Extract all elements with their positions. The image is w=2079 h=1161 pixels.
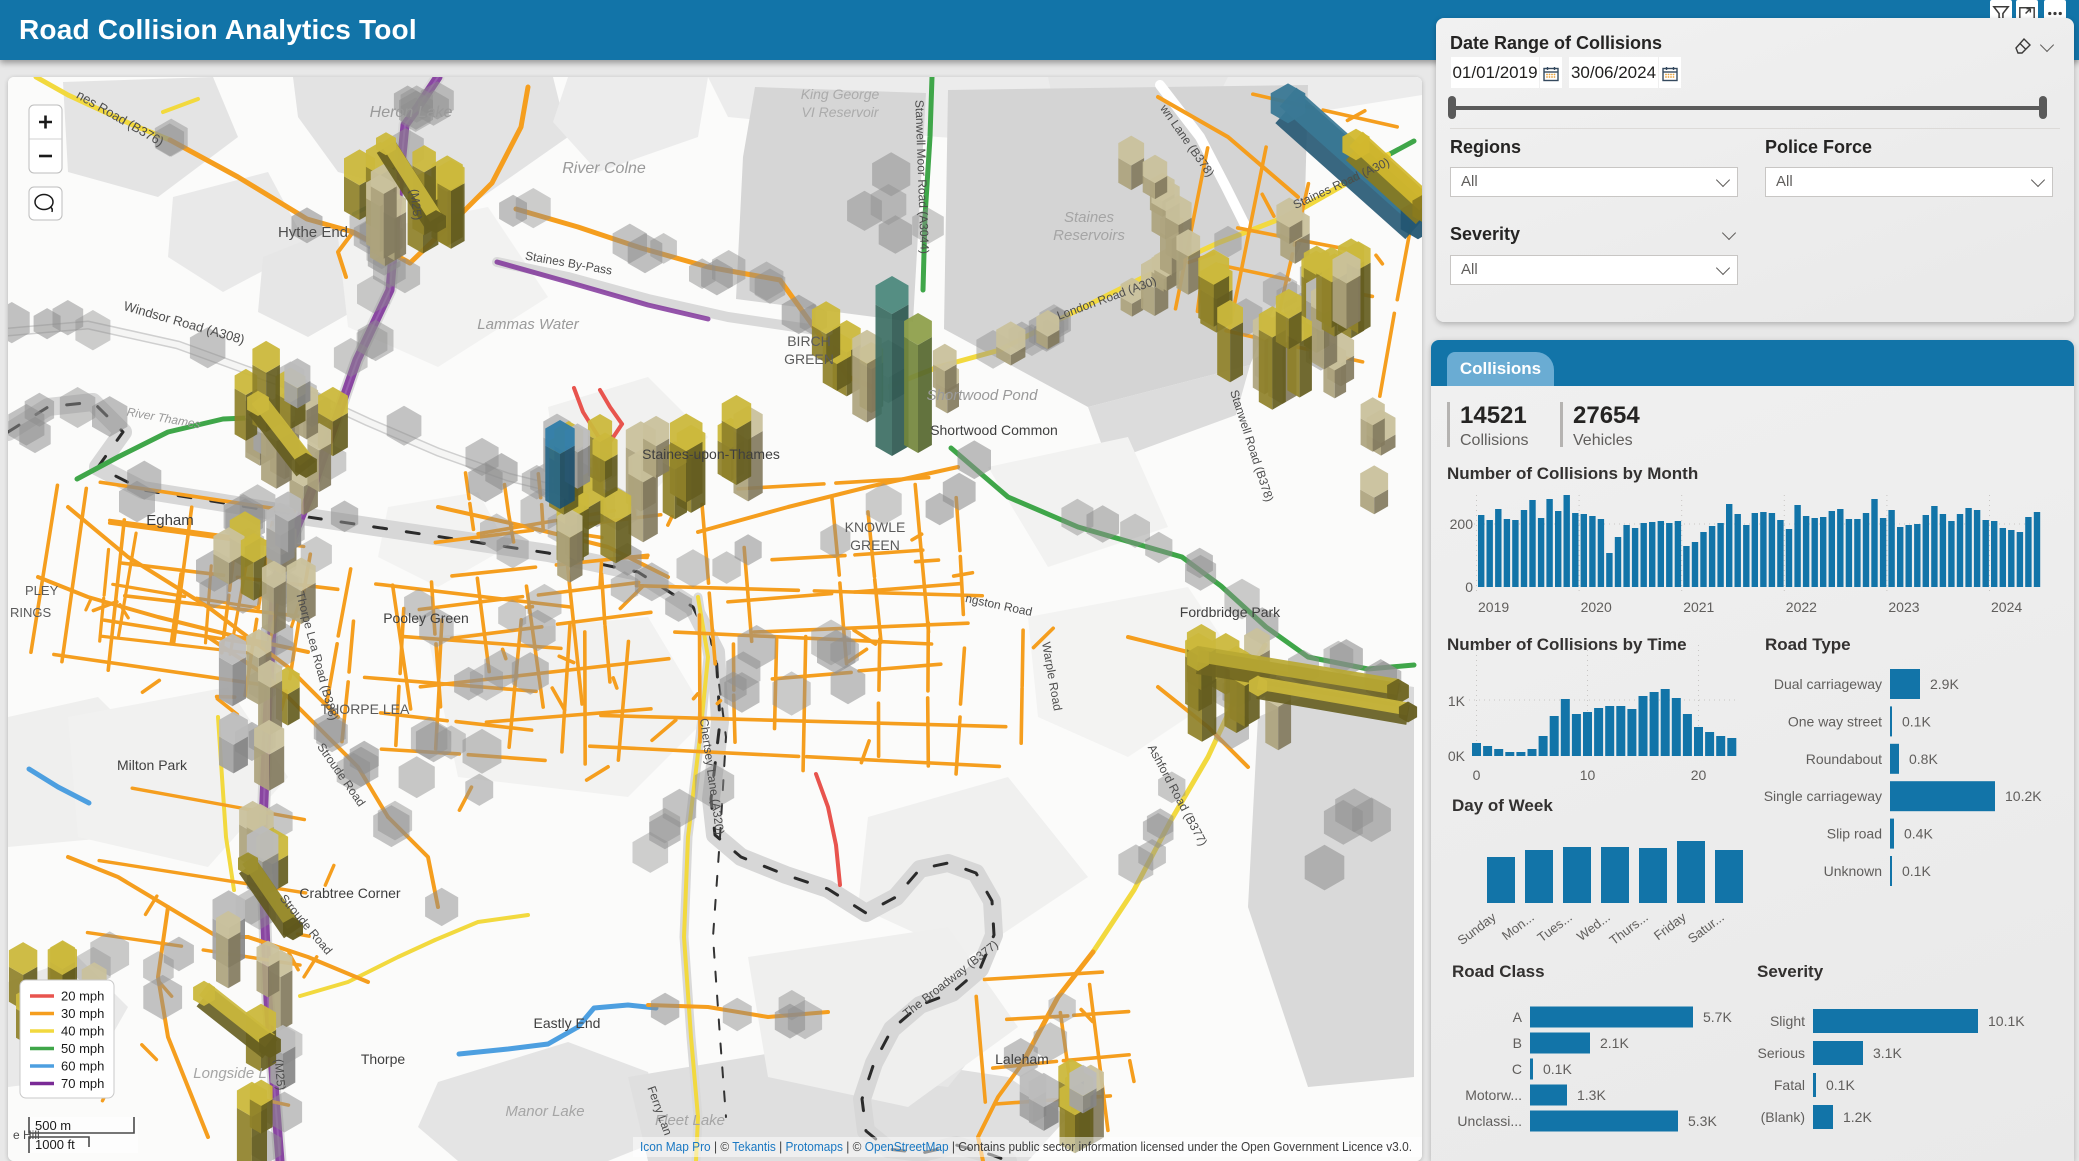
svg-text:King George: King George <box>801 86 880 102</box>
svg-text:2.9K: 2.9K <box>1930 676 1959 692</box>
svg-text:3.1K: 3.1K <box>1873 1045 1902 1061</box>
svg-text:Slight: Slight <box>1770 1013 1805 1029</box>
svg-text:Thorpe: Thorpe <box>361 1051 406 1067</box>
svg-text:Crabtree Corner: Crabtree Corner <box>299 885 400 901</box>
svg-text:Staines: Staines <box>1064 209 1115 226</box>
svg-text:Serious: Serious <box>1758 1045 1805 1061</box>
svg-text:C: C <box>1512 1061 1522 1077</box>
svg-text:10: 10 <box>1580 767 1596 783</box>
svg-text:B: B <box>1513 1035 1522 1051</box>
svg-text:Shortwood Pond: Shortwood Pond <box>927 387 1039 404</box>
svg-text:1.3K: 1.3K <box>1577 1087 1606 1103</box>
svg-text:5.3K: 5.3K <box>1688 1113 1717 1129</box>
svg-text:Hythe End: Hythe End <box>278 224 348 241</box>
svg-text:GREEN: GREEN <box>850 537 900 553</box>
svg-text:e Hill: e Hill <box>13 1128 40 1142</box>
svg-text:Shortwood Common: Shortwood Common <box>930 422 1058 438</box>
svg-text:200: 200 <box>1450 516 1474 532</box>
svg-text:GREEN: GREEN <box>784 351 834 367</box>
svg-text:Wed...: Wed... <box>1574 909 1613 943</box>
svg-text:40 mph: 40 mph <box>61 1024 104 1039</box>
svg-text:Motorw...: Motorw... <box>1465 1087 1522 1103</box>
svg-text:60 mph: 60 mph <box>61 1059 104 1074</box>
svg-text:VI Reservoir: VI Reservoir <box>801 104 879 120</box>
svg-text:Unknown: Unknown <box>1824 863 1882 879</box>
svg-text:0.1K: 0.1K <box>1826 1077 1855 1093</box>
svg-text:Reservoirs: Reservoirs <box>1053 227 1125 244</box>
svg-text:1K: 1K <box>1448 693 1466 709</box>
svg-text:(M25): (M25) <box>272 1058 289 1090</box>
svg-text:0.1K: 0.1K <box>1543 1061 1572 1077</box>
svg-text:Lammas Water: Lammas Water <box>477 316 579 333</box>
svg-text:20: 20 <box>1691 767 1707 783</box>
svg-text:Icon Map Pro | © Tekantis | Pr: Icon Map Pro | © Tekantis | Protomaps | … <box>640 1139 1412 1154</box>
svg-text:1000 ft: 1000 ft <box>35 1137 75 1152</box>
svg-text:10.2K: 10.2K <box>2005 788 2042 804</box>
svg-text:Laleham: Laleham <box>995 1051 1049 1067</box>
svg-text:500 m: 500 m <box>35 1118 71 1133</box>
svg-text:One way street: One way street <box>1788 713 1882 729</box>
svg-text:Eastly End: Eastly End <box>534 1015 601 1031</box>
svg-text:0: 0 <box>1473 767 1481 783</box>
svg-text:2020: 2020 <box>1581 599 1612 615</box>
svg-text:Roundabout: Roundabout <box>1806 751 1882 767</box>
svg-text:Heron Lake: Heron Lake <box>370 104 453 121</box>
svg-text:RINGS: RINGS <box>10 605 52 620</box>
svg-text:Manor Lake: Manor Lake <box>505 1103 584 1120</box>
svg-text:50 mph: 50 mph <box>61 1041 104 1056</box>
svg-text:Satur...: Satur... <box>1685 909 1727 946</box>
svg-text:70 mph: 70 mph <box>61 1076 104 1091</box>
svg-text:0.1K: 0.1K <box>1902 713 1931 729</box>
svg-text:10.1K: 10.1K <box>1988 1013 2025 1029</box>
svg-text:2019: 2019 <box>1478 599 1509 615</box>
svg-text:Single carriageway: Single carriageway <box>1764 788 1882 804</box>
svg-text:BIRCH: BIRCH <box>787 333 831 349</box>
svg-text:2024: 2024 <box>1991 599 2022 615</box>
svg-text:0.8K: 0.8K <box>1909 751 1938 767</box>
svg-text:KNOWLE: KNOWLE <box>845 519 906 535</box>
svg-text:30 mph: 30 mph <box>61 1006 104 1021</box>
svg-text:Sunday: Sunday <box>1455 909 1500 948</box>
svg-text:Staines-upon-Thames: Staines-upon-Thames <box>642 446 780 462</box>
svg-text:2022: 2022 <box>1786 599 1817 615</box>
svg-text:2021: 2021 <box>1683 599 1714 615</box>
svg-text:Unclassi...: Unclassi... <box>1457 1113 1522 1129</box>
svg-text:Fordbridge Park: Fordbridge Park <box>1180 604 1281 620</box>
svg-text:20 mph: 20 mph <box>61 989 104 1004</box>
svg-text:2023: 2023 <box>1888 599 1919 615</box>
svg-text:Mon...: Mon... <box>1499 909 1537 943</box>
svg-text:Friday: Friday <box>1651 909 1689 943</box>
svg-text:Pooley Green: Pooley Green <box>383 610 469 626</box>
svg-text:A: A <box>1513 1009 1523 1025</box>
svg-text:(Blank): (Blank) <box>1761 1109 1805 1125</box>
svg-text:PLEY: PLEY <box>25 583 59 598</box>
svg-text:Egham: Egham <box>146 512 194 529</box>
svg-text:Tues...: Tues... <box>1534 909 1574 945</box>
svg-text:Fatal: Fatal <box>1774 1077 1805 1093</box>
svg-text:Slip road: Slip road <box>1827 826 1882 842</box>
svg-text:Dual carriageway: Dual carriageway <box>1774 676 1882 692</box>
svg-text:Longside L: Longside L <box>193 1065 266 1082</box>
svg-text:5.7K: 5.7K <box>1703 1009 1732 1025</box>
svg-text:0K: 0K <box>1448 748 1466 764</box>
svg-text:0: 0 <box>1465 579 1473 595</box>
svg-text:Thurs...: Thurs... <box>1607 909 1651 948</box>
svg-text:Milton Park: Milton Park <box>117 757 188 773</box>
svg-text:River Colne: River Colne <box>562 160 646 177</box>
svg-text:2.1K: 2.1K <box>1600 1035 1629 1051</box>
svg-text:0.1K: 0.1K <box>1902 863 1931 879</box>
svg-text:1.2K: 1.2K <box>1843 1109 1872 1125</box>
svg-text:0.4K: 0.4K <box>1904 826 1933 842</box>
